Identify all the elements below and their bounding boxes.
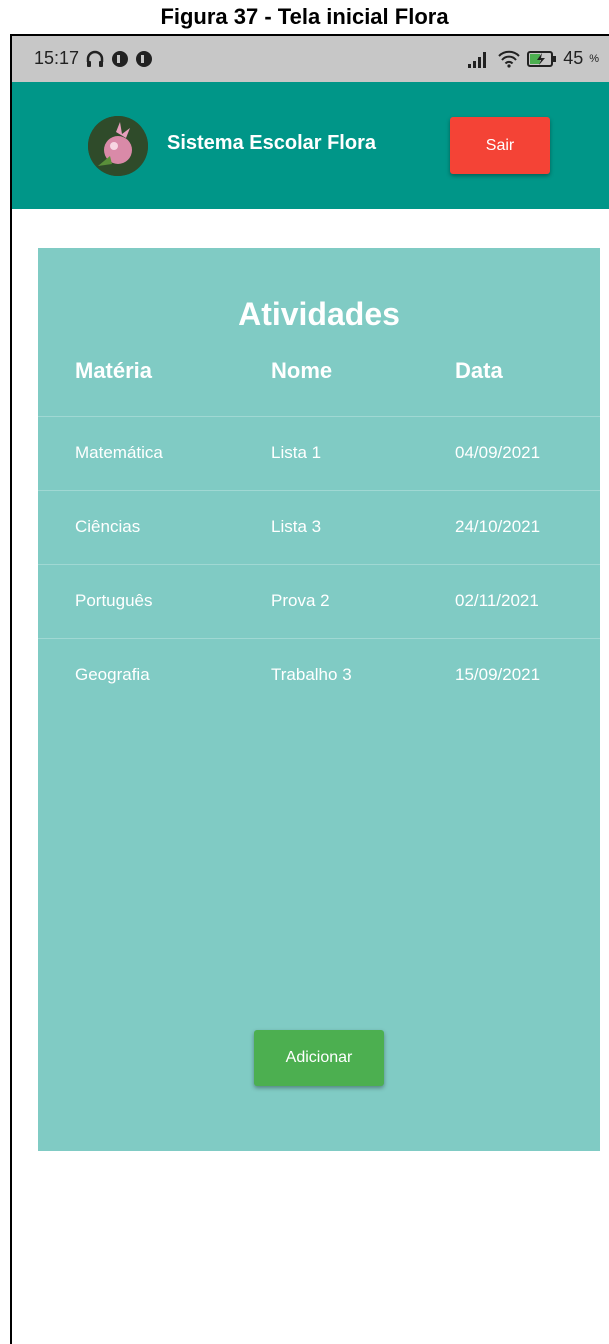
- headphones-icon: [86, 50, 104, 67]
- notification-icon: [136, 50, 153, 67]
- app-bar: Sistema Escolar Flora Sair: [12, 82, 609, 209]
- cell-name: Prova 2: [271, 591, 330, 610]
- cell-name: Lista 3: [271, 517, 322, 536]
- cell-name: Trabalho 3: [271, 665, 352, 684]
- signal-icon: [468, 51, 487, 68]
- cell-date: 04/09/2021: [455, 443, 541, 462]
- table-header: Matéria Nome Data: [38, 358, 600, 418]
- flora-logo-icon: [88, 116, 148, 176]
- figure-caption: Figura 37 - Tela inicial Flora: [160, 4, 449, 29]
- battery-charging-icon: [527, 50, 557, 67]
- app-title: Sistema Escolar Flora: [167, 132, 376, 154]
- cell-date: 24/10/2021: [455, 517, 541, 536]
- cell-subject: Ciências: [75, 517, 141, 536]
- column-header-name: Nome: [271, 358, 333, 383]
- cell-name: Lista 1: [271, 443, 322, 462]
- cell-subject: Matemática: [75, 443, 163, 462]
- column-header-subject: Matéria: [75, 358, 153, 383]
- avatar: [88, 116, 148, 176]
- table-row[interactable]: Geografia Trabalho 3 15/09/2021: [38, 638, 600, 713]
- cell-subject: Português: [75, 591, 153, 610]
- activities-title: Atividades: [238, 296, 400, 332]
- cell-date: 02/11/2021: [455, 591, 539, 610]
- cell-subject: Geografia: [75, 665, 150, 684]
- table-row[interactable]: Matemática Lista 1 04/09/2021: [38, 416, 600, 491]
- cell-date: 15/09/2021: [455, 665, 541, 684]
- table-row[interactable]: Português Prova 2 02/11/2021: [38, 564, 600, 639]
- battery-percentage: 45: [563, 48, 584, 68]
- add-activity-button[interactable]: Adicionar: [254, 1030, 384, 1086]
- notification-icon: [112, 50, 129, 67]
- logout-button[interactable]: Sair: [450, 117, 550, 174]
- table-row[interactable]: Ciências Lista 3 24/10/2021: [38, 490, 600, 565]
- status-bar: 15:17 45 %: [12, 36, 609, 82]
- status-time: 15:17: [34, 48, 80, 68]
- phone-screen: 15:17 45 % Sistema Escolar Flora Sair At…: [10, 34, 609, 1344]
- wifi-icon: [498, 50, 520, 68]
- column-header-date: Data: [455, 358, 503, 383]
- activities-card: Atividades Matéria Nome Data Matemática …: [38, 248, 600, 1151]
